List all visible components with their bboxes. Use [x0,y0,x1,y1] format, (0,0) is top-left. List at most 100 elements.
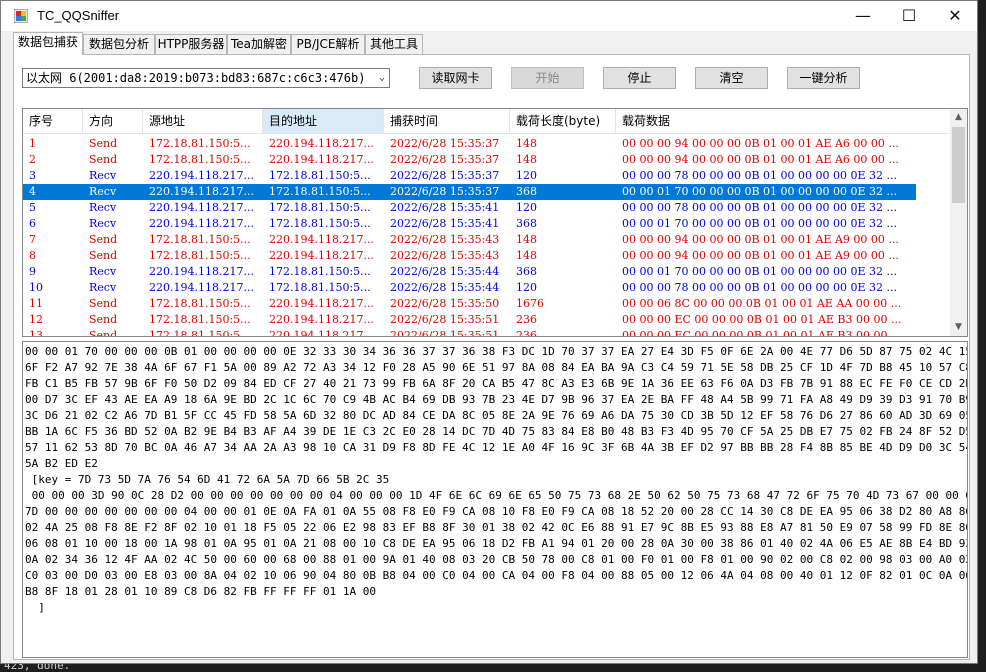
tab-tea-crypto[interactable]: Tea加解密 [227,34,291,54]
table-row[interactable]: 5 Recv 220.194.118.217... 172.18.81.150:5..… [23,200,916,216]
table-row[interactable]: 9 Recv 220.194.118.217... 172.18.81.150:5..… [23,264,916,280]
table-cell-src: 172.18.81.150:5... [149,249,251,262]
table-cell-len: 120 [516,201,537,214]
table-cell-dst: 220.194.118.217... [269,249,374,262]
hex-line: FB C1 B5 FB 57 9B 6F F0 50 D2 09 84 ED C… [25,377,968,390]
column-header-id[interactable]: 序号 [23,109,83,133]
table-cell-id: 2 [29,153,36,166]
hex-line: 3C D6 21 02 C2 A6 7D B1 5F CC 45 FD 58 5… [25,409,968,422]
clear-button[interactable]: 清空 [695,67,768,89]
packet-table-header: 序号 方向 源地址 目的地址 捕获时间 载荷长度(byte) 载荷数据 [23,109,953,134]
hex-line: 5A B2 ED E2 [25,457,98,470]
table-row[interactable]: 4 Recv 220.194.118.217... 172.18.81.150:5..… [23,184,916,200]
chevron-down-icon[interactable]: ⌄ [379,69,385,87]
tab-http-server[interactable]: HTPP服务器 [155,34,227,54]
table-cell-data: 00 00 00 78 00 00 00 0B 01 00 00 00 00 0… [622,169,898,182]
read-nic-button[interactable]: 读取网卡 [419,67,492,89]
hex-line: 02 4A 25 08 F8 8E F2 8F 02 10 01 18 F5 0… [25,521,968,534]
table-cell-len: 148 [516,249,537,262]
table-cell-src: 172.18.81.150:5... [149,153,251,166]
table-cell-dir: Recv [89,185,117,198]
table-cell-time: 2022/6/28 15:35:43 [390,233,500,246]
packet-table[interactable]: 序号 方向 源地址 目的地址 捕获时间 载荷长度(byte) 载荷数据 1 Sen… [22,108,968,337]
table-cell-len: 148 [516,233,537,246]
window-title: TC_QQSniffer [37,8,120,23]
main-window: TC_QQSniffer — ☐ ✕ 数据包捕获 数据包分析 HTPP服务器 T… [0,0,978,664]
table-cell-data: 00 00 00 EC 00 00 00 0B 01 00 01 AE B3 0… [622,313,902,326]
table-cell-dir: Recv [89,169,117,182]
hex-line: 6F F2 A7 92 7E 38 4A 6F 67 F1 5A 00 89 A… [25,361,968,374]
minimize-button[interactable]: — [840,1,886,31]
table-row[interactable]: 2 Send 172.18.81.150:5... 220.194.118.217..… [23,152,916,168]
tab-other-tools[interactable]: 其他工具 [365,34,423,54]
column-header-time[interactable]: 捕获时间 [384,109,510,133]
close-button[interactable]: ✕ [932,1,977,31]
column-header-direction[interactable]: 方向 [83,109,143,133]
start-button[interactable]: 开始 [511,67,584,89]
table-cell-data: 00 00 00 94 00 00 00 0B 01 00 01 AE A6 0… [622,137,899,150]
table-cell-data: 00 00 01 70 00 00 00 0B 01 00 00 00 00 0… [622,185,898,198]
hex-line: 57 11 62 53 8D 70 BC 0A 46 A7 34 AA 2A A… [25,441,968,454]
table-row[interactable]: 11 Send 172.18.81.150:5... 220.194.118.217.… [23,296,916,312]
table-row[interactable]: 1 Send 172.18.81.150:5... 220.194.118.217..… [23,136,916,152]
table-cell-src: 172.18.81.150:5... [149,297,251,310]
table-row[interactable]: 7 Send 172.18.81.150:5... 220.194.118.217..… [23,232,916,248]
stop-button[interactable]: 停止 [603,67,676,89]
table-cell-len: 148 [516,137,537,150]
table-cell-id: 3 [29,169,36,182]
table-cell-id: 13 [29,329,43,337]
table-cell-id: 4 [29,185,36,198]
table-cell-id: 7 [29,233,36,246]
scroll-up-icon[interactable]: ▲ [950,109,967,126]
table-cell-len: 148 [516,153,537,166]
table-cell-data: 00 00 00 94 00 00 00 0B 01 00 01 AE A6 0… [622,153,899,166]
table-cell-src: 172.18.81.150:5... [149,329,251,337]
table-cell-data: 00 00 01 70 00 00 00 0B 01 00 00 00 00 0… [622,217,898,230]
hex-line: 06 08 01 10 00 18 00 1A 98 01 0A 95 01 0… [25,537,968,550]
table-cell-dir: Recv [89,281,117,294]
title-bar[interactable]: TC_QQSniffer — ☐ ✕ [1,1,977,31]
table-cell-dir: Send [89,137,118,150]
hex-line: 0A 02 34 36 12 4F AA 02 4C 50 00 60 00 6… [25,553,968,566]
table-row[interactable]: 6 Recv 220.194.118.217... 172.18.81.150:5..… [23,216,916,232]
table-cell-src: 220.194.118.217... [149,185,254,198]
table-cell-dst: 172.18.81.150:5... [269,281,371,294]
table-scrollbar[interactable]: ▲ ▼ [950,109,967,336]
table-cell-time: 2022/6/28 15:35:37 [390,169,500,182]
table-cell-id: 5 [29,201,36,214]
adapter-select-value: 以太网 6(2001:da8:2019:b073:bd83:687c:c6c3:… [26,71,366,85]
table-cell-time: 2022/6/28 15:35:37 [390,153,500,166]
maximize-button[interactable]: ☐ [886,1,932,31]
tab-pb-jce[interactable]: PB/JCE解析 [291,34,365,54]
analyze-button[interactable]: 一键分析 [787,67,860,89]
table-row[interactable]: 3 Recv 220.194.118.217... 172.18.81.150:5..… [23,168,916,184]
table-cell-len: 1676 [516,297,544,310]
column-header-length[interactable]: 载荷长度(byte) [510,109,616,133]
column-header-destination[interactable]: 目的地址 [263,109,384,133]
tab-capture[interactable]: 数据包捕获 [13,32,83,55]
table-cell-dst: 172.18.81.150:5... [269,185,371,198]
scrollbar-thumb[interactable] [952,127,965,203]
table-cell-time: 2022/6/28 15:35:43 [390,249,500,262]
hex-line: 7D 00 00 00 00 00 00 00 04 00 00 01 0E 0… [25,505,968,518]
table-cell-id: 10 [29,281,43,294]
hex-line: 00 00 00 3D 90 0C 28 D2 00 00 00 00 00 0… [25,489,968,502]
table-row[interactable]: 8 Send 172.18.81.150:5... 220.194.118.217..… [23,248,916,264]
hex-line: ] [25,601,45,614]
payload-hex-view[interactable]: 00 00 01 70 00 00 00 0B 01 00 00 00 00 0… [22,341,968,658]
scroll-down-icon[interactable]: ▼ [950,319,967,336]
table-cell-src: 220.194.118.217... [149,265,254,278]
column-header-payload[interactable]: 载荷数据 [616,109,916,133]
table-cell-src: 172.18.81.150:5... [149,137,251,150]
table-cell-id: 8 [29,249,36,262]
table-cell-dir: Send [89,329,118,337]
tab-analysis[interactable]: 数据包分析 [83,34,155,54]
hex-line: C0 03 00 D0 03 00 E8 03 00 8A 04 02 10 0… [25,569,968,582]
adapter-select[interactable]: 以太网 6(2001:da8:2019:b073:bd83:687c:c6c3:… [22,68,390,88]
table-cell-dir: Recv [89,265,117,278]
table-row[interactable]: 12 Send 172.18.81.150:5... 220.194.118.217.… [23,312,916,328]
table-cell-data: 00 00 01 70 00 00 00 0B 01 00 00 00 00 0… [622,265,898,278]
table-row[interactable]: 13 Send 172.18.81.150:5... 220.194.118.217.… [23,328,916,337]
table-row[interactable]: 10 Recv 220.194.118.217... 172.18.81.150:5.… [23,280,916,296]
column-header-source[interactable]: 源地址 [143,109,263,133]
